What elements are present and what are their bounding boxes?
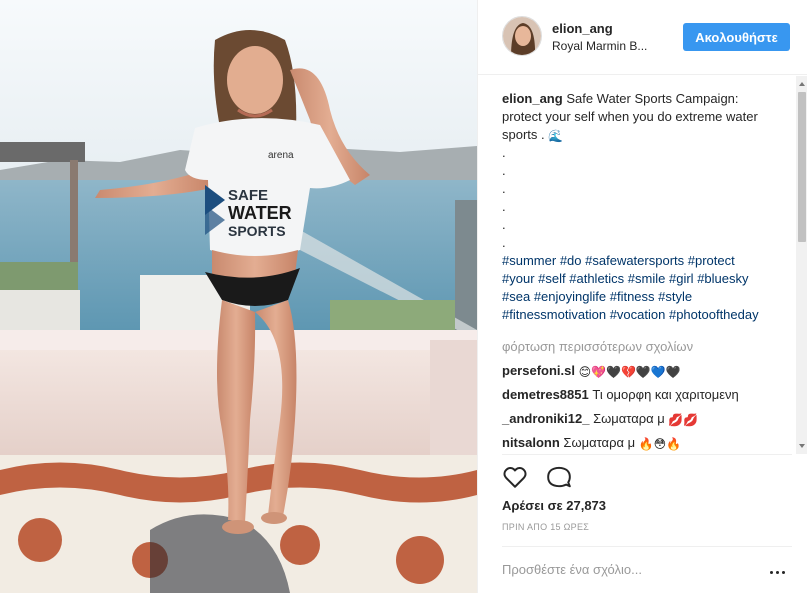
- shirt-brand: arena: [268, 150, 294, 161]
- divider: [502, 546, 792, 547]
- fire-emoji-icon: 🔥😳🔥: [638, 436, 682, 451]
- hearts-emoji-icon: 😊💖🖤💔🖤💙🖤: [578, 364, 681, 379]
- hashtag-link[interactable]: #vocation: [610, 307, 666, 322]
- scroll-down-arrow-icon[interactable]: [799, 444, 805, 448]
- ellipsis-dot: [770, 571, 773, 574]
- divider: [502, 454, 792, 455]
- hashtag-link[interactable]: #your: [502, 271, 535, 286]
- shirt-text-3: SPORTS: [228, 223, 286, 239]
- hashtag-link[interactable]: #athletics: [569, 271, 624, 286]
- hashtag-link[interactable]: #bluesky: [697, 271, 748, 286]
- hashtag-link[interactable]: #fitness: [610, 289, 655, 304]
- hashtag-link[interactable]: #enjoyinglife: [534, 289, 606, 304]
- caption-dot: .: [502, 235, 506, 250]
- heart-outline-icon[interactable]: [502, 464, 528, 490]
- scroll-up-arrow-icon[interactable]: [799, 82, 805, 86]
- comment-item: demetres8851 Τι ομορφη και χαριτομενη: [502, 386, 798, 404]
- hashtag-link[interactable]: #self: [538, 271, 565, 286]
- kiss-emoji-icon: 💋💋: [668, 412, 699, 427]
- comment-text: Τι ομορφη και χαριτομενη: [592, 387, 739, 402]
- shirt-text-2: WATER: [228, 203, 292, 223]
- ellipsis-dot: [782, 571, 785, 574]
- add-comment-input[interactable]: [502, 562, 752, 577]
- comment-username[interactable]: persefoni.sl: [502, 363, 575, 378]
- ellipsis-icon[interactable]: [770, 571, 785, 574]
- hashtag-link[interactable]: #safewatersports: [585, 253, 684, 268]
- hashtag-link[interactable]: #smile: [628, 271, 666, 286]
- caption-dot: .: [502, 217, 506, 232]
- photo-illustration: SAFE WATER SPORTS arena: [0, 0, 477, 593]
- hashtag-link[interactable]: #summer: [502, 253, 556, 268]
- instagram-post: SAFE WATER SPORTS arena elion_ang Royal …: [0, 0, 807, 593]
- caption-dot: .: [502, 181, 506, 196]
- caption-dot: .: [502, 145, 506, 160]
- comment-item: persefoni.sl 😊💖🖤💔🖤💙🖤: [502, 362, 798, 380]
- likes-count[interactable]: Αρέσει σε 27,873: [502, 498, 606, 513]
- comment-username[interactable]: demetres8851: [502, 387, 589, 402]
- post-header: elion_ang Royal Marmin B... Ακολουθήστε: [478, 0, 807, 75]
- scroll-thumb[interactable]: [798, 92, 806, 242]
- comment-text: Σωματαρα μ: [593, 411, 665, 426]
- follow-button[interactable]: Ακολουθήστε: [683, 23, 790, 51]
- comment-username[interactable]: _androniki12_: [502, 411, 589, 426]
- header-location[interactable]: Royal Marmin B...: [552, 39, 664, 53]
- hashtag-link[interactable]: #fitnessmotivation: [502, 307, 606, 322]
- caption-dot: .: [502, 199, 506, 214]
- speech-bubble-icon[interactable]: [546, 464, 572, 490]
- post-actions: [502, 464, 572, 490]
- hashtag-link[interactable]: #style: [658, 289, 692, 304]
- comment-text: Σωματαρα μ: [563, 435, 636, 450]
- hashtag-link[interactable]: #sea: [502, 289, 530, 304]
- hashtag-link[interactable]: #photooftheday: [669, 307, 759, 322]
- hashtag-link[interactable]: #protect: [688, 253, 735, 268]
- load-more-comments-link[interactable]: φόρτωση περισσότερων σχολίων: [502, 338, 798, 356]
- caption-dot: .: [502, 163, 506, 178]
- comment-item: nitsalonn Σωματαρα μ 🔥😳🔥: [502, 434, 798, 452]
- header-username[interactable]: elion_ang: [552, 21, 613, 36]
- post-photo[interactable]: SAFE WATER SPORTS arena: [0, 0, 477, 593]
- comments-scrollbar[interactable]: [796, 76, 807, 454]
- hashtag-list: #summer #do #safewatersports #protect #y…: [502, 252, 762, 324]
- caption: elion_ang Safe Water Sports Campaign: pr…: [502, 90, 762, 324]
- shirt-text-1: SAFE: [228, 187, 268, 204]
- comment-item: _androniki12_ Σωματαρα μ 💋💋: [502, 410, 798, 428]
- comments-list[interactable]: elion_ang Safe Water Sports Campaign: pr…: [478, 76, 798, 454]
- post-timestamp[interactable]: ΠΡΙΝ ΑΠΟ 15 ΩΡΕΣ: [502, 522, 589, 532]
- comment-username[interactable]: nitsalonn: [502, 435, 560, 450]
- hashtag-link[interactable]: #do: [560, 253, 582, 268]
- post-sidebar: elion_ang Royal Marmin B... Ακολουθήστε …: [477, 0, 807, 593]
- avatar[interactable]: [502, 16, 542, 56]
- hashtag-link[interactable]: #girl: [669, 271, 694, 286]
- wave-emoji-icon: 🌊: [548, 128, 564, 143]
- ellipsis-dot: [776, 571, 779, 574]
- caption-username[interactable]: elion_ang: [502, 91, 563, 106]
